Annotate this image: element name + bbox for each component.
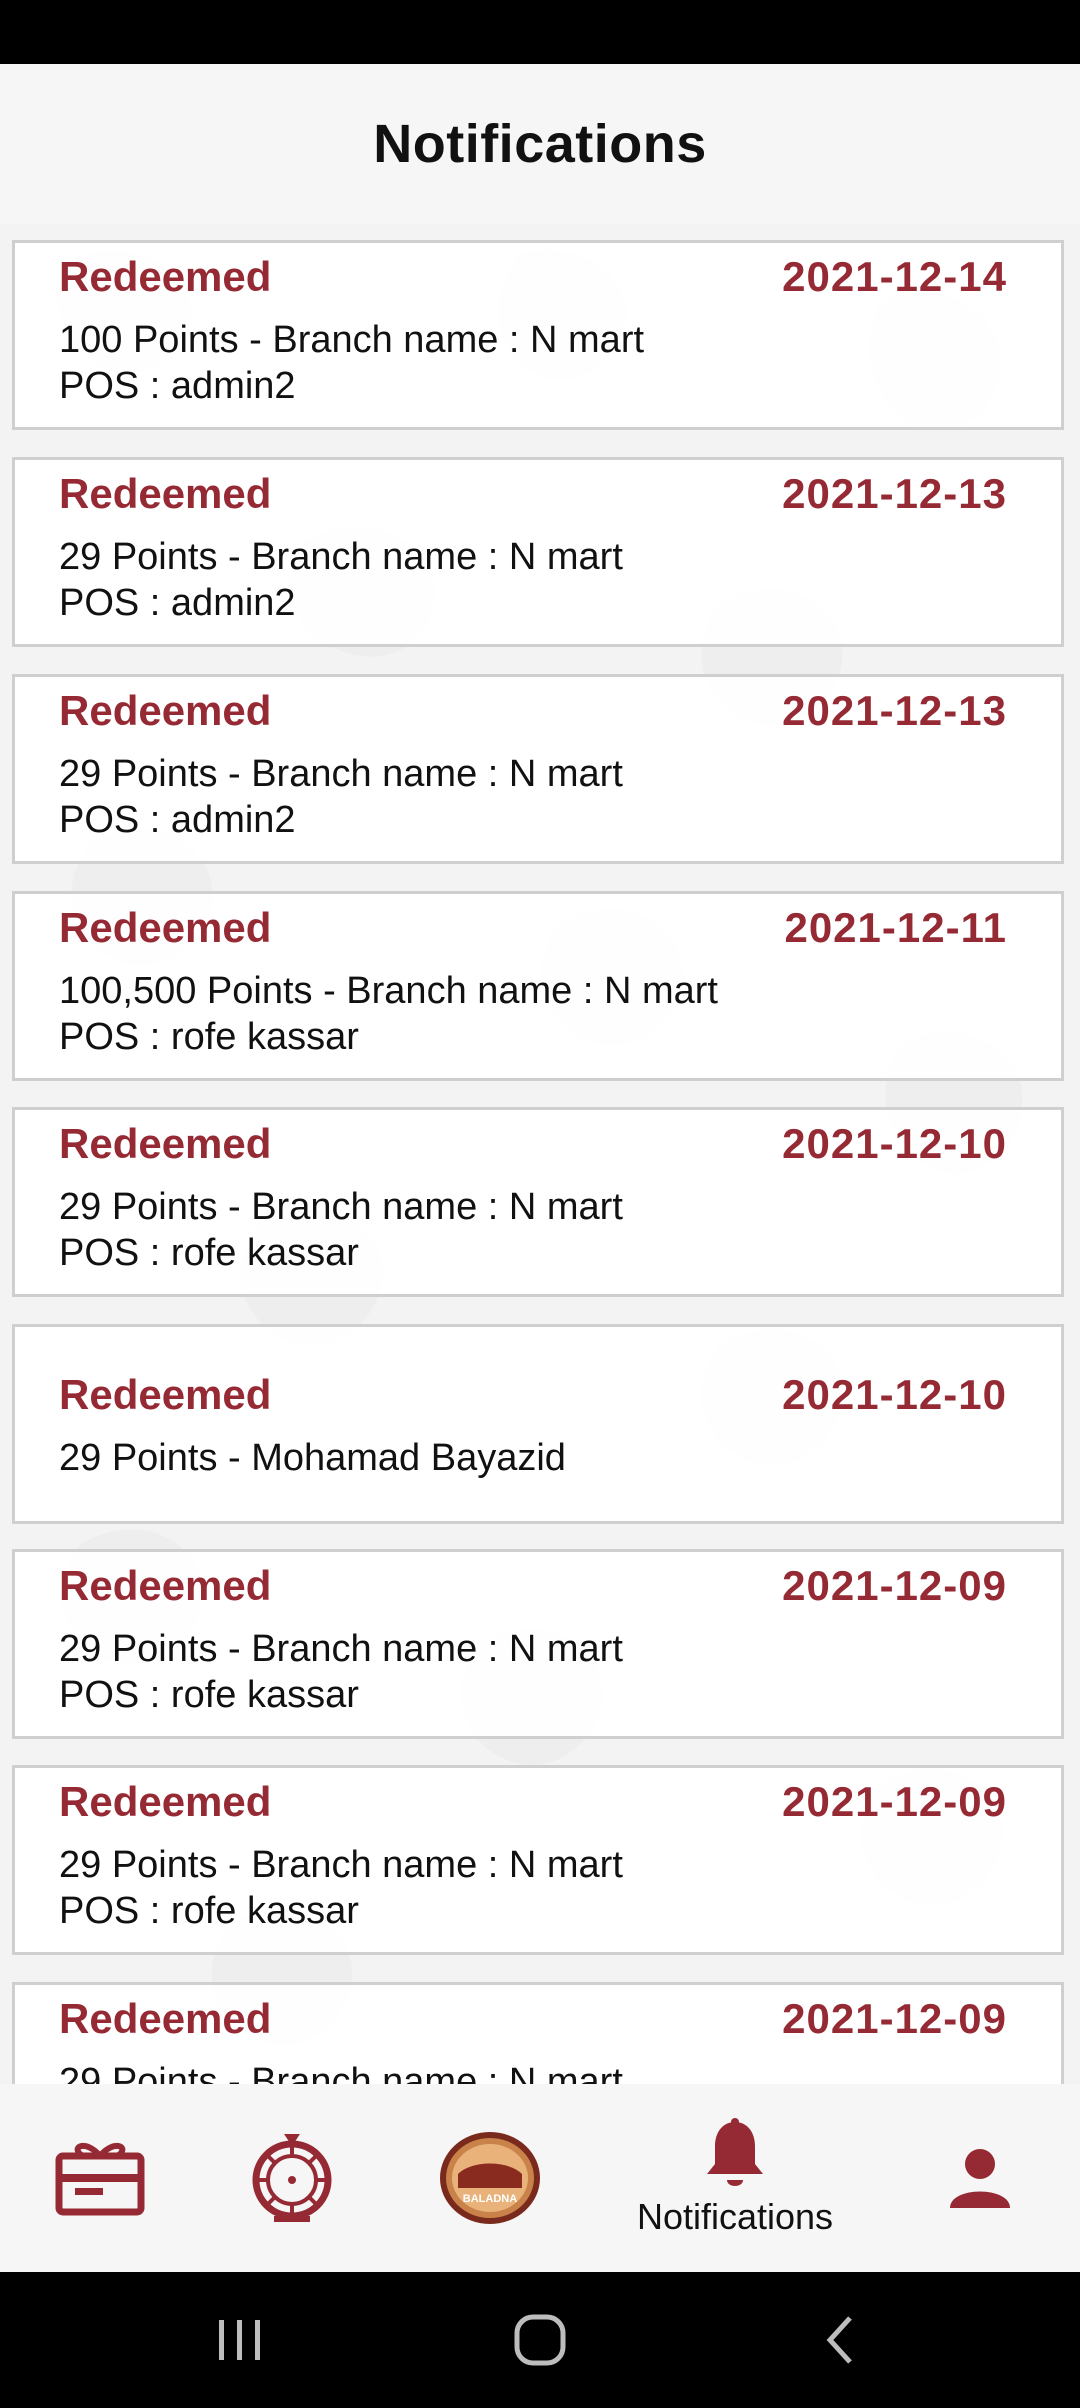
recent-apps-icon [219, 2320, 260, 2360]
logo-text: BALADNA [463, 2193, 517, 2205]
notifications-list[interactable]: Redeemed 2021-12-14 100 Points - Branch n… [0, 224, 1080, 2084]
notification-type: Redeemed [59, 1562, 272, 1609]
notification-points-line: 29 Points - Branch name : N mart [59, 2061, 623, 2084]
home-icon [514, 2314, 566, 2366]
nav-notifications[interactable]: Notifications [600, 2084, 870, 2272]
notification-card[interactable]: Redeemed 2021-12-10 29 Points - Mohamad B… [12, 1324, 1064, 1524]
notification-pos-line: POS : admin2 [59, 799, 296, 841]
gift-card-icon [55, 2142, 145, 2216]
notification-type: Redeemed [59, 253, 272, 300]
nav-profile[interactable] [920, 2084, 1040, 2272]
notification-points-line: 29 Points - Branch name : N mart [59, 753, 623, 795]
notification-type: Redeemed [59, 1995, 272, 2042]
notification-card[interactable]: Redeemed 2021-12-09 29 Points - Branch na… [12, 1982, 1064, 2084]
notification-points-line: 29 Points - Branch name : N mart [59, 1186, 623, 1228]
notification-date: 2021-12-13 [782, 470, 1007, 517]
system-navigation-bar [0, 2272, 1080, 2408]
notification-type: Redeemed [59, 904, 272, 951]
notification-points-line: 29 Points - Branch name : N mart [59, 536, 623, 578]
notification-points-line: 100 Points - Branch name : N mart [59, 319, 645, 361]
notification-points-line: 29 Points - Branch name : N mart [59, 1844, 623, 1886]
profile-icon [950, 2149, 1010, 2208]
bottom-navigation: BALADNA Notifications [0, 2084, 1080, 2272]
notification-date: 2021-12-10 [782, 1120, 1007, 1167]
notification-points-line: 29 Points - Mohamad Bayazid [59, 1437, 566, 1479]
notification-date: 2021-12-10 [782, 1371, 1007, 1418]
notification-pos-line: POS : rofe kassar [59, 1232, 359, 1274]
notification-date: 2021-12-14 [782, 253, 1007, 300]
notification-pos-line: POS : admin2 [59, 365, 296, 407]
nav-gift-card[interactable] [40, 2084, 160, 2272]
status-bar [0, 0, 1080, 64]
spin-wheel-icon [252, 2134, 332, 2222]
notification-card[interactable]: Redeemed 2021-12-09 29 Points - Branch na… [12, 1765, 1064, 1955]
notification-pos-line: POS : rofe kassar [59, 1016, 359, 1058]
notification-date: 2021-12-11 [784, 904, 1007, 951]
notification-type: Redeemed [59, 1778, 272, 1825]
notification-card[interactable]: Redeemed 2021-12-10 29 Points - Branch na… [12, 1107, 1064, 1297]
notification-card[interactable]: Redeemed 2021-12-13 29 Points - Branch na… [12, 674, 1064, 864]
notification-points-line: 100,500 Points - Branch name : N mart [59, 970, 718, 1012]
notification-card[interactable]: Redeemed 2021-12-14 100 Points - Branch n… [12, 240, 1064, 430]
notification-date: 2021-12-09 [782, 1778, 1007, 1825]
notification-date: 2021-12-13 [782, 687, 1007, 734]
notification-date: 2021-12-09 [782, 1995, 1007, 2042]
baladna-logo: BALADNA [440, 2132, 540, 2224]
notification-type: Redeemed [59, 470, 272, 517]
back-icon [826, 2316, 852, 2364]
notification-card[interactable]: Redeemed 2021-12-11 100,500 Points - Bran… [12, 891, 1064, 1081]
notification-type: Redeemed [59, 687, 272, 734]
page-header: Notifications [0, 64, 1080, 224]
notification-pos-line: POS : rofe kassar [59, 1890, 359, 1932]
notification-date: 2021-12-09 [782, 1562, 1007, 1609]
bell-icon [707, 2118, 763, 2186]
notification-pos-line: POS : admin2 [59, 582, 296, 624]
nav-notifications-label: Notifications [636, 2196, 834, 2237]
nav-spin-wheel[interactable] [232, 2084, 352, 2272]
notification-card[interactable]: Redeemed 2021-12-13 29 Points - Branch na… [12, 457, 1064, 647]
nav-home-logo[interactable]: BALADNA [430, 2084, 550, 2272]
notification-points-line: 29 Points - Branch name : N mart [59, 1628, 623, 1670]
page-title: Notifications [373, 114, 707, 174]
notification-type: Redeemed [59, 1120, 272, 1167]
back-button[interactable] [790, 2272, 890, 2408]
notification-card[interactable]: Redeemed 2021-12-09 29 Points - Branch na… [12, 1549, 1064, 1739]
notification-type: Redeemed [59, 1371, 272, 1418]
recent-apps-button[interactable] [190, 2272, 290, 2408]
home-button[interactable] [490, 2272, 590, 2408]
notification-pos-line: POS : rofe kassar [59, 1674, 359, 1716]
